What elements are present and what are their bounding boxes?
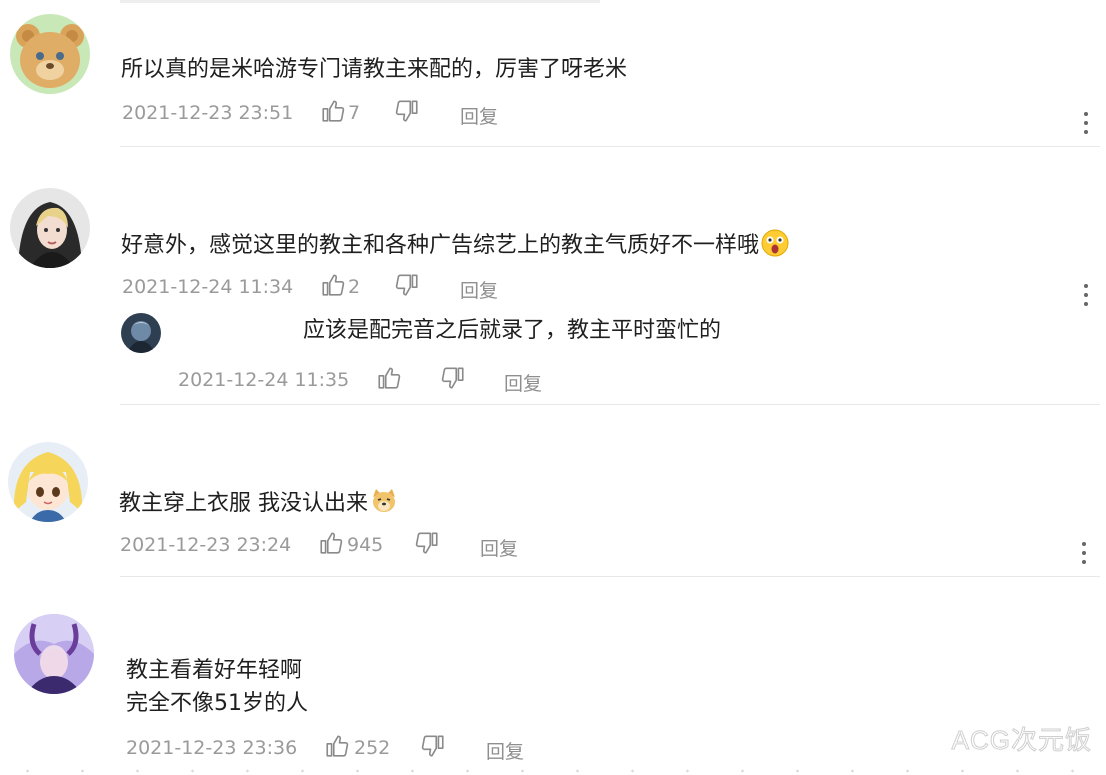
comment-timestamp: 2021-12-23 23:51 — [122, 102, 294, 124]
comment-text: 教主穿上衣服 我没认出来 — [119, 487, 398, 519]
dark-character-avatar[interactable] — [121, 313, 161, 353]
divider — [120, 404, 1100, 405]
more-options-button[interactable] — [1082, 112, 1090, 138]
comment-text-line-1: 教主看着好年轻啊 — [126, 658, 303, 683]
comment-text-line-2: 完全不像51岁的人 — [126, 691, 308, 716]
more-options-button[interactable] — [1082, 284, 1090, 310]
more-options-button[interactable] — [1080, 542, 1088, 568]
reply-button[interactable]: 回复 — [460, 276, 498, 303]
comment-timestamp: 2021-12-23 23:24 — [120, 534, 292, 556]
divider — [120, 576, 1100, 577]
thumbs-down-icon — [395, 100, 418, 122]
like-count: 2 — [348, 276, 361, 298]
reply-button[interactable]: 回复 — [486, 737, 524, 764]
thumbs-up-icon — [322, 100, 345, 122]
like-count: 252 — [354, 737, 391, 759]
bottom-divider — [0, 769, 1106, 773]
like-button[interactable] — [318, 530, 344, 556]
divider — [120, 146, 1100, 147]
reply-text: 应该是配完音之后就录了，教主平时蛮忙的 — [303, 318, 722, 343]
like-count: 7 — [348, 102, 361, 124]
thumbs-up-icon — [322, 274, 345, 296]
dislike-button[interactable] — [440, 365, 466, 391]
teddy-bear-avatar[interactable] — [10, 14, 90, 94]
woman-portrait-avatar[interactable] — [10, 188, 90, 268]
like-button[interactable] — [320, 98, 346, 124]
like-count: 945 — [347, 534, 384, 556]
comment-timestamp: 2021-12-24 11:34 — [122, 276, 294, 298]
comment-text: 好意外，感觉这里的教主和各种广告综艺上的教主气质好不一样哦 — [121, 229, 789, 261]
thumbs-down-icon — [441, 367, 464, 389]
reply-button[interactable]: 回复 — [504, 369, 542, 396]
anime-blonde-girl-avatar[interactable] — [8, 442, 88, 522]
watermark: ACG次元饭 — [951, 725, 1092, 756]
like-button[interactable] — [320, 272, 346, 298]
comment-text: 所以真的是米哈游专门请教主来配的，厉害了呀老米 — [121, 57, 628, 82]
purple-character-avatar[interactable] — [14, 614, 94, 694]
like-button[interactable] — [376, 365, 402, 391]
comment-text-content: 教主穿上衣服 我没认出来 — [119, 491, 368, 516]
thumbs-up-icon — [378, 367, 401, 389]
reply-button[interactable]: 回复 — [480, 534, 518, 561]
doge-emoji-icon — [373, 489, 395, 512]
reply-timestamp: 2021-12-24 11:35 — [178, 369, 350, 391]
like-button[interactable] — [324, 733, 350, 759]
thumbs-up-icon — [326, 735, 349, 757]
dislike-button[interactable] — [394, 272, 420, 298]
reply-button[interactable]: 回复 — [460, 102, 498, 129]
thumbs-up-icon — [320, 532, 343, 554]
dislike-button[interactable] — [414, 530, 440, 556]
dislike-button[interactable] — [420, 733, 446, 759]
thumbs-down-icon — [421, 735, 444, 757]
top-divider — [120, 0, 600, 3]
thumbs-down-icon — [395, 274, 418, 296]
comment-timestamp: 2021-12-23 23:36 — [126, 737, 298, 759]
thumbs-down-icon — [415, 532, 438, 554]
dislike-button[interactable] — [394, 98, 420, 124]
surprised-emoji-icon — [761, 229, 789, 257]
comment-text-content: 好意外，感觉这里的教主和各种广告综艺上的教主气质好不一样哦 — [121, 233, 760, 258]
